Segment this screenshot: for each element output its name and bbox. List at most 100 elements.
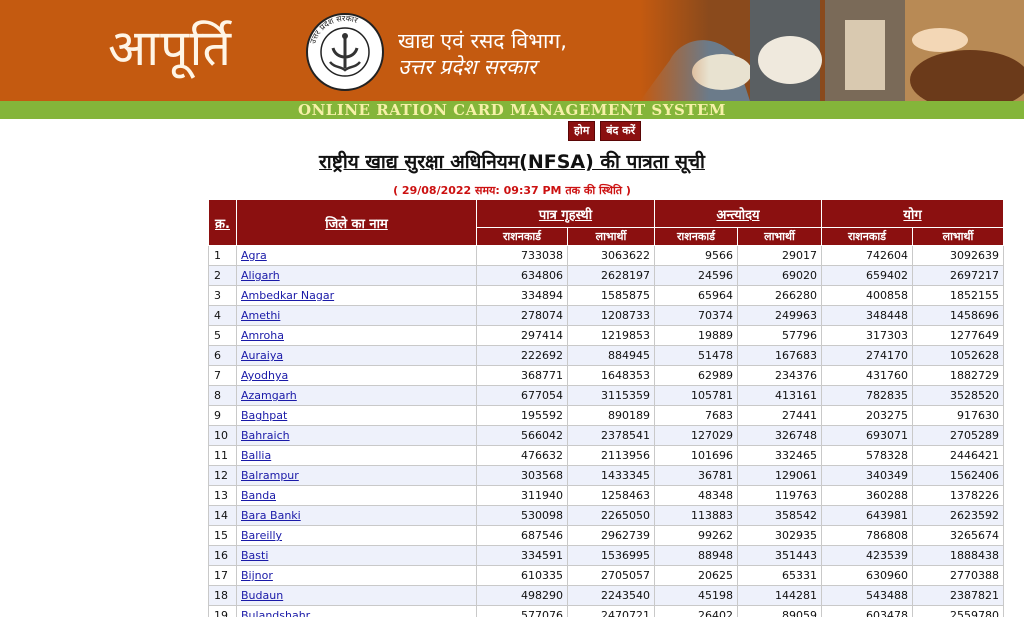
- row-value: 2378541: [567, 425, 655, 446]
- district-link[interactable]: Bara Banki: [241, 509, 301, 522]
- row-value: 610335: [476, 565, 568, 586]
- row-sno: 15: [208, 525, 237, 546]
- page-title: राष्ट्रीय खाद्य सुरक्षा अधिनियम(NFSA) की…: [319, 151, 705, 173]
- row-value: 530098: [476, 505, 568, 526]
- row-sno: 7: [208, 365, 237, 386]
- row-district: Bijnor: [236, 565, 477, 586]
- district-link[interactable]: Auraiya: [241, 349, 283, 362]
- row-district: Bareilly: [236, 525, 477, 546]
- row-value: 48348: [654, 485, 738, 506]
- district-link[interactable]: Basti: [241, 549, 268, 562]
- table-body: 1 Agra 733038 3063622 9566 29017 742604 3092639…: [208, 245, 1005, 617]
- row-value: 476632: [476, 445, 568, 466]
- district-link[interactable]: Budaun: [241, 589, 283, 602]
- row-sno: 18: [208, 585, 237, 606]
- row-value: 1258463: [567, 485, 655, 506]
- district-link[interactable]: Azamgarh: [241, 389, 297, 402]
- row-value: 234376: [736, 365, 823, 386]
- row-value: 2243540: [567, 585, 655, 606]
- row-value: 19889: [654, 325, 738, 346]
- row-value: 3528520: [912, 385, 1005, 406]
- row-district: Aligarh: [236, 265, 477, 286]
- row-value: 27441: [736, 405, 823, 426]
- district-link[interactable]: Ayodhya: [241, 369, 288, 382]
- row-value: 9566: [654, 245, 738, 266]
- row-value: 2962739: [567, 525, 655, 546]
- row-value: 297414: [476, 325, 568, 346]
- row-value: 358542: [736, 505, 823, 526]
- district-link[interactable]: Bijnor: [241, 569, 273, 582]
- row-value: 413161: [736, 385, 823, 406]
- row-value: 127029: [654, 425, 738, 446]
- close-button[interactable]: बंद करें: [600, 121, 642, 141]
- table-row: 11 Ballia 476632 2113956 101696 332465 578328 2…: [208, 445, 1005, 466]
- row-value: 1277649: [912, 325, 1005, 346]
- row-value: 368771: [476, 365, 568, 386]
- row-value: 360288: [821, 485, 914, 506]
- row-value: 733038: [476, 245, 568, 266]
- row-value: 7683: [654, 405, 738, 426]
- district-link[interactable]: Ambedkar Nagar: [241, 289, 334, 302]
- home-button[interactable]: होम: [568, 121, 596, 141]
- row-sno: 11: [208, 445, 237, 466]
- row-value: 2387821: [912, 585, 1005, 606]
- row-sno: 9: [208, 405, 237, 426]
- header-beneficiary: लाभार्थी: [912, 227, 1005, 246]
- district-link[interactable]: Amethi: [241, 309, 280, 322]
- row-district: Bahraich: [236, 425, 477, 446]
- row-sno: 19: [208, 605, 237, 617]
- table-row: 14 Bara Banki 530098 2265050 113883 358542 643…: [208, 505, 1005, 526]
- row-value: 498290: [476, 585, 568, 606]
- row-value: 311940: [476, 485, 568, 506]
- row-value: 2559780: [912, 605, 1005, 617]
- district-link[interactable]: Agra: [241, 249, 267, 262]
- row-value: 1433345: [567, 465, 655, 486]
- row-sno: 2: [208, 265, 237, 286]
- district-link[interactable]: Balrampur: [241, 469, 299, 482]
- row-value: 2770388: [912, 565, 1005, 586]
- row-value: 88948: [654, 545, 738, 566]
- row-value: 1888438: [912, 545, 1005, 566]
- district-link[interactable]: Bulandshahr: [241, 609, 310, 617]
- row-value: 2628197: [567, 265, 655, 286]
- header-ration-card: राशनकार्ड: [654, 227, 738, 246]
- district-link[interactable]: Banda: [241, 489, 276, 502]
- row-district: Basti: [236, 545, 477, 566]
- row-sno: 6: [208, 345, 237, 366]
- row-value: 129061: [736, 465, 823, 486]
- row-value: 3115359: [567, 385, 655, 406]
- header-eligible-household: पात्र गृहस्थी: [476, 199, 655, 228]
- row-value: 884945: [567, 345, 655, 366]
- row-value: 332465: [736, 445, 823, 466]
- row-value: 630960: [821, 565, 914, 586]
- district-link[interactable]: Ballia: [241, 449, 271, 462]
- row-value: 167683: [736, 345, 823, 366]
- row-value: 400858: [821, 285, 914, 306]
- table-row: 13 Banda 311940 1258463 48348 119763 360288 137…: [208, 485, 1005, 506]
- row-value: 1208733: [567, 305, 655, 326]
- row-district: Bulandshahr: [236, 605, 477, 617]
- row-value: 677054: [476, 385, 568, 406]
- row-value: 278074: [476, 305, 568, 326]
- table-row: 9 Baghpat 195592 890189 7683 27441 203275 91763…: [208, 405, 1005, 426]
- department-line2: उत्तर प्रदेश सरकार: [398, 55, 537, 79]
- table-row: 12 Balrampur 303568 1433345 36781 129061 34034…: [208, 465, 1005, 486]
- top-nav: होम बंद करें: [568, 121, 642, 141]
- row-value: 634806: [476, 265, 568, 286]
- district-link[interactable]: Amroha: [241, 329, 284, 342]
- row-value: 65964: [654, 285, 738, 306]
- row-value: 70374: [654, 305, 738, 326]
- row-district: Auraiya: [236, 345, 477, 366]
- table-row: 19 Bulandshahr 577076 2470721 26402 89059 6034…: [208, 605, 1005, 617]
- district-link[interactable]: Bahraich: [241, 429, 290, 442]
- header-ration-card: राशनकार्ड: [476, 227, 568, 246]
- district-link[interactable]: Baghpat: [241, 409, 287, 422]
- district-link[interactable]: Aligarh: [241, 269, 280, 282]
- row-value: 1882729: [912, 365, 1005, 386]
- row-value: 2697217: [912, 265, 1005, 286]
- district-link[interactable]: Bareilly: [241, 529, 282, 542]
- row-value: 45198: [654, 585, 738, 606]
- row-value: 266280: [736, 285, 823, 306]
- row-value: 1648353: [567, 365, 655, 386]
- header-beneficiary: लाभार्थी: [567, 227, 655, 246]
